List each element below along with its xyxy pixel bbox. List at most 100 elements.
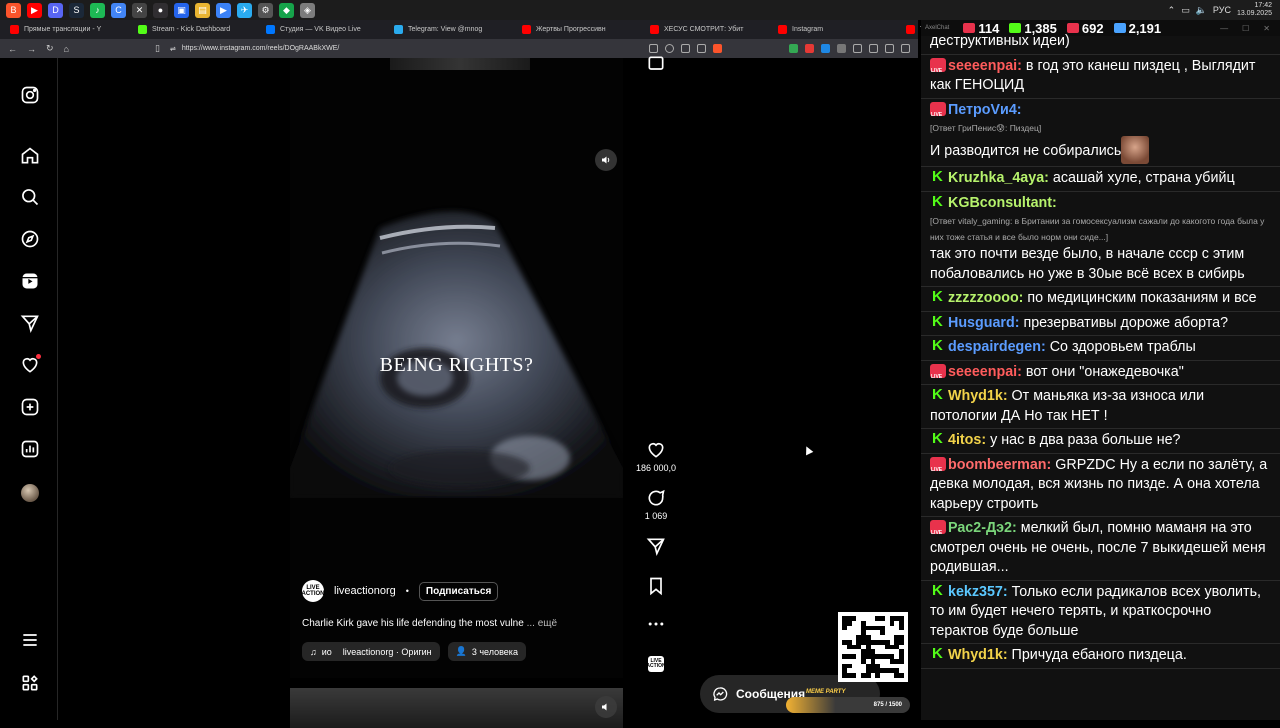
forward-icon[interactable]: → <box>27 44 36 54</box>
stream-deck-icon[interactable]: ▣ <box>174 2 189 18</box>
mute-button[interactable] <box>595 149 617 171</box>
tool-icon[interactable]: ◆ <box>279 2 294 18</box>
sidebar-toggle-icon[interactable] <box>853 44 862 53</box>
extension-puzzle-icon[interactable] <box>837 44 846 53</box>
profile-avatar[interactable] <box>21 484 39 502</box>
back-icon[interactable]: ← <box>8 44 17 54</box>
chat-nickname[interactable]: kekz357: <box>948 584 1008 600</box>
share-icon[interactable] <box>681 44 690 53</box>
media-icon[interactable]: ▶ <box>216 2 231 18</box>
home-nav-icon[interactable] <box>19 145 41 167</box>
zoom-icon[interactable] <box>665 44 674 53</box>
instagram-logo-icon[interactable] <box>19 84 41 106</box>
follow-button[interactable]: Подписаться <box>418 581 499 601</box>
also-from-meta-icon[interactable] <box>19 672 41 694</box>
more-link[interactable]: ... ещё <box>527 618 557 629</box>
chat-nickname[interactable]: KGBconsultant: <box>948 195 1057 211</box>
browser-tab[interactable]: Прямые трансляции - Y <box>4 21 132 38</box>
extension-blue-icon[interactable] <box>821 44 830 53</box>
shield-icon[interactable]: ◈ <box>300 2 315 18</box>
chat-message: Kruzhka_4aya: асашай хуле, страна убийц <box>921 167 1280 192</box>
browser-tab[interactable]: Жертвы Прогрессивн <box>516 21 644 38</box>
bookmark-icon[interactable] <box>646 576 666 596</box>
audio-thumbnail[interactable]: LIVE ACTION <box>630 656 682 672</box>
browser-tab[interactable]: Instagram <box>772 21 900 38</box>
star-icon[interactable] <box>697 44 706 53</box>
browser-tab[interactable]: ХЕСУС СМОТРИТ: Убит <box>644 21 772 38</box>
save-action[interactable] <box>630 576 682 596</box>
chat-nickname[interactable]: seeeenpai: <box>948 58 1022 74</box>
share-action[interactable] <box>630 536 682 556</box>
brave-icon[interactable]: B <box>6 2 21 18</box>
youtube-icon[interactable]: ▶ <box>27 2 42 18</box>
notifications-heart-icon[interactable] <box>19 354 41 376</box>
search-icon[interactable] <box>19 186 41 208</box>
more-options-action[interactable] <box>630 614 682 634</box>
next-reel-mute-button[interactable] <box>595 696 617 718</box>
vpn-icon[interactable] <box>885 44 894 53</box>
chat-nickname[interactable]: Whyd1k: <box>948 388 1008 404</box>
menu-icon[interactable] <box>901 44 910 53</box>
settings-icon[interactable]: ⚙ <box>258 2 273 18</box>
chat-nickname[interactable]: seeeenpai: <box>948 364 1022 380</box>
audio-chip[interactable]: ♫ ио liveactionorg · Оригин <box>302 642 440 661</box>
reel-description[interactable]: Charlie Kirk gave his life defending the… <box>302 618 602 629</box>
author-avatar[interactable]: LIVE ACTION <box>302 580 325 602</box>
chat-nickname[interactable]: Whyd1k: <box>948 647 1008 663</box>
screenshot-icon[interactable] <box>649 44 658 53</box>
xbox-icon[interactable]: ✕ <box>132 2 147 18</box>
create-post-icon[interactable] <box>19 396 41 418</box>
chat-nickname[interactable]: Рас2-Дэ2: <box>948 520 1017 536</box>
chrome-icon[interactable]: C <box>111 2 126 18</box>
chat-nickname[interactable]: boombeerman: <box>948 457 1051 473</box>
chat-nickname[interactable]: zzzzzoooo: <box>948 290 1023 306</box>
chat-nickname[interactable]: despairdegen: <box>948 339 1046 355</box>
address-bar[interactable]: ⇌ https://www.instagram.com/reels/DOgRAA… <box>170 42 639 56</box>
chevron-up-icon[interactable]: ⌃ <box>1168 5 1176 16</box>
dashboard-chart-icon[interactable] <box>19 438 41 460</box>
chat-message: Рас2-Дэ2: мелкий был, помню маманя на эт… <box>921 517 1280 581</box>
clock[interactable]: 17:42 13.09.2025 <box>1237 2 1272 18</box>
brave-shield-icon[interactable] <box>713 44 722 53</box>
direct-messages-icon[interactable] <box>19 312 41 334</box>
audio-page-icon[interactable] <box>630 54 682 74</box>
browser-tab[interactable]: Telegram: View @mnog <box>388 21 516 38</box>
explore-compass-icon[interactable] <box>19 228 41 250</box>
comment-icon[interactable] <box>646 488 666 508</box>
extension-red-icon[interactable] <box>805 44 814 53</box>
network-icon[interactable]: ▭ <box>1181 5 1190 16</box>
more-dots-icon[interactable] <box>646 614 666 634</box>
send-icon[interactable] <box>646 536 666 556</box>
wallet-icon[interactable] <box>869 44 878 53</box>
heart-icon[interactable] <box>646 440 666 460</box>
reels-icon[interactable] <box>19 270 41 292</box>
spotify-icon[interactable]: ♪ <box>90 2 105 18</box>
extension-translate-icon[interactable] <box>789 44 798 53</box>
site-settings-icon[interactable]: ⇌ <box>170 45 176 53</box>
chat-nickname[interactable]: ПетроVи4: <box>948 102 1022 118</box>
volume-icon[interactable]: 🔈 <box>1196 5 1207 16</box>
home-icon[interactable]: ⌂ <box>64 44 69 54</box>
telegram-icon[interactable]: ✈ <box>237 2 252 18</box>
chat-nickname[interactable]: Husguard: <box>948 315 1020 331</box>
next-reel-preview[interactable] <box>290 688 623 728</box>
more-menu-icon[interactable] <box>19 629 41 651</box>
browser-tab[interactable]: Stream - Kick Dashboard <box>132 21 260 38</box>
reload-icon[interactable]: ↻ <box>46 43 54 54</box>
bookmark-icon[interactable]: ▯ <box>155 43 160 54</box>
chat-nickname[interactable]: Kruzhka_4aya: <box>948 170 1049 186</box>
chat-nickname[interactable]: 4itos: <box>948 432 986 448</box>
obs-icon[interactable]: ● <box>153 2 168 18</box>
like-count: 186 000,0 <box>635 463 677 473</box>
comment-action[interactable]: 1 069 <box>630 488 682 521</box>
discord-icon[interactable]: D <box>48 2 63 18</box>
reel-video[interactable]: BEING RIGHTS? LIVE ACTION liveactionorg … <box>290 58 623 678</box>
steam-icon[interactable]: S <box>69 2 84 18</box>
tagged-people-chip[interactable]: 👤 3 человека <box>447 642 526 661</box>
folder-icon[interactable]: ▤ <box>195 2 210 18</box>
like-action[interactable]: 186 000,0 <box>630 440 682 473</box>
browser-tab[interactable]: Студия — VK Видео Live <box>260 21 388 38</box>
language-indicator[interactable]: РУС <box>1213 5 1231 15</box>
clock-time: 17:42 <box>1254 2 1272 9</box>
author-name[interactable]: liveactionorg <box>334 585 396 597</box>
